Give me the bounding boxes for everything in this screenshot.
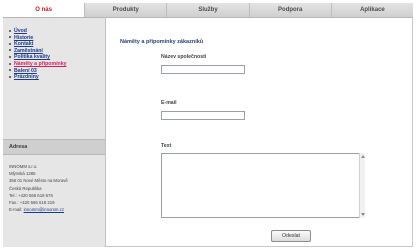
address-line: Mlýnská 1285 [9, 171, 36, 177]
email-field[interactable] [161, 111, 245, 120]
sidebar-item-label: Náměty a připomínky [14, 60, 67, 67]
sidebar-item-namety[interactable]: Náměty a připomínky [9, 61, 105, 68]
sidebar-item-politika-kvality[interactable]: Politika kvality [9, 54, 105, 61]
top-navigation: O nás Produkty Služby Podpora Aplikace [3, 3, 413, 18]
sidebar-item-label: Kontakt [14, 41, 34, 48]
bullet-icon [9, 56, 11, 58]
sidebar: Úvod Historie Kontakt Zaměstnání Politik… [3, 18, 106, 247]
bullet-icon [9, 69, 11, 72]
tab-sluzby[interactable]: Služby [167, 3, 250, 17]
sidebar-item-label: Zaměstnání [14, 47, 43, 54]
address-line: 356 01 Nové Město na Moravě [9, 178, 68, 184]
scroll-down-icon[interactable] [361, 213, 365, 216]
sidebar-item-baleni[interactable]: Balení 03 [9, 68, 105, 75]
text-label: Text [161, 143, 172, 149]
main-content: Náměty a připomínky zákazníků Název spol… [106, 18, 413, 247]
address-line: Česká Republika [9, 185, 42, 191]
bullet-icon [9, 75, 11, 78]
address-line: Tel.: +420 566 618 676 [9, 192, 53, 198]
text-area[interactable] [161, 153, 365, 218]
company-label: Název společnosti [161, 54, 207, 60]
sidebar-item-prazdniny[interactable]: Prázdniny [9, 74, 105, 81]
scroll-up-icon[interactable] [361, 155, 365, 158]
sidebar-item-zamestnani[interactable]: Zaměstnání [9, 48, 105, 55]
text-area-wrapper [161, 153, 365, 218]
bullet-icon [9, 36, 11, 39]
address-heading: Adresa [9, 144, 28, 150]
tab-o-nas[interactable]: O nás [3, 3, 86, 17]
sidebar-item-label: Úvod [14, 28, 27, 34]
sidebar-menu: Úvod Historie Kontakt Zaměstnání Politik… [3, 18, 105, 81]
submit-button[interactable]: Odeslat [271, 230, 311, 242]
tab-produkty[interactable]: Produkty [85, 3, 168, 17]
address-line: Fax.: +420 566 618 219 [9, 200, 55, 206]
page-title: Náměty a připomínky zákazníků [120, 39, 204, 45]
tab-aplikace[interactable]: Aplikace [332, 3, 413, 17]
sidebar-item-historie[interactable]: Historie [9, 35, 105, 42]
bullet-icon [9, 29, 11, 32]
company-field[interactable] [161, 65, 245, 74]
sidebar-item-label: Historie [14, 34, 34, 41]
bullet-icon [9, 42, 11, 45]
sidebar-item-label: Balení 03 [14, 67, 37, 74]
sidebar-item-label: Prázdniny [14, 74, 39, 81]
textarea-scrollbar[interactable] [359, 153, 365, 218]
address-line: INNOMM s.r.o. [9, 164, 38, 169]
email-label: E-mail: [9, 207, 23, 213]
email-label: E-mail [161, 100, 177, 106]
sidebar-item-kontakt[interactable]: Kontakt [9, 41, 105, 48]
tab-podpora[interactable]: Podpora [250, 3, 332, 17]
email-line: E-mail: innomm@innomm.cz [9, 206, 105, 213]
sidebar-item-uvod[interactable]: Úvod [9, 28, 105, 35]
address-header: Adresa [3, 139, 105, 155]
sidebar-item-label: Politika kvality [14, 54, 51, 61]
email-link[interactable]: innomm@innomm.cz [24, 207, 64, 212]
bullet-icon [9, 62, 11, 65]
bullet-icon [9, 49, 11, 52]
address-block: INNOMM s.r.o. Mlýnská 1285 356 01 Nové M… [9, 163, 105, 213]
